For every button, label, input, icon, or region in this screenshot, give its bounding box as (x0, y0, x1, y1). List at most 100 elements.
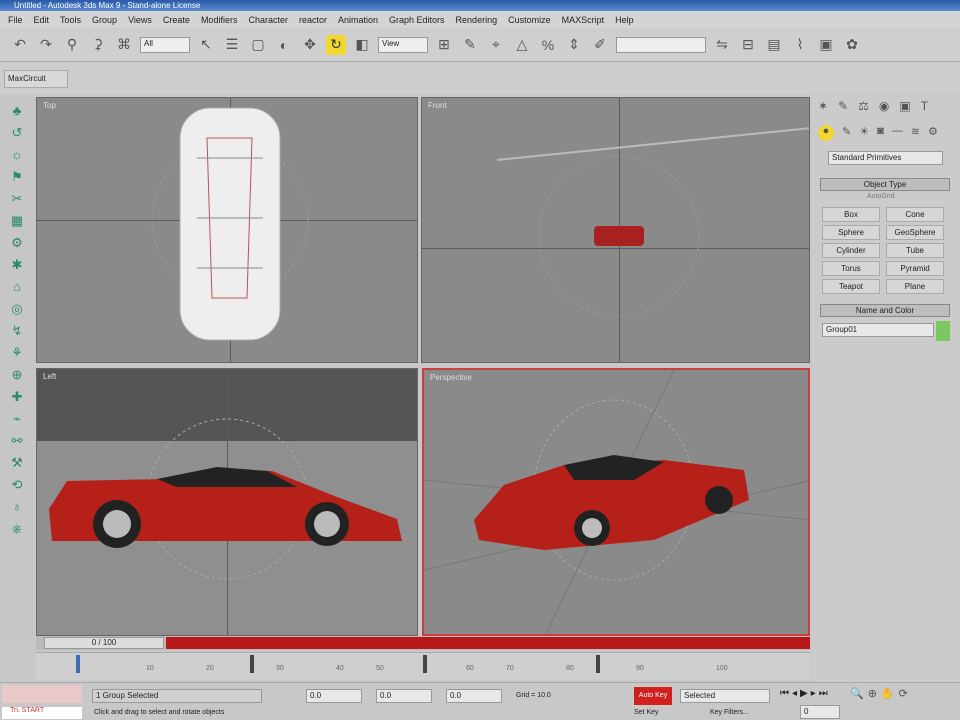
material-editor-icon[interactable]: ▣ (816, 35, 836, 55)
angle-snap-icon[interactable]: △ (512, 35, 532, 55)
snap-icon[interactable]: ⌖ (486, 35, 506, 55)
tool-icon[interactable]: ▦ (9, 213, 25, 229)
pan-icon[interactable]: ✋ (881, 687, 895, 700)
pivot-icon[interactable]: ⊞ (434, 35, 454, 55)
name-color-rollout[interactable]: Name and Color (820, 304, 950, 317)
render-icon[interactable]: ✿ (842, 35, 862, 55)
geometry-icon[interactable]: ● (818, 125, 834, 141)
cameras-icon[interactable]: ◙ (877, 125, 884, 141)
align-icon[interactable]: ⊟ (738, 35, 758, 55)
utilities-tab-icon[interactable]: T (921, 99, 928, 113)
tool-icon[interactable]: ⌂ (9, 279, 25, 295)
tool-icon[interactable]: ⚯ (9, 433, 25, 449)
menu-create[interactable]: Create (163, 15, 190, 25)
object-name-input[interactable]: Group01 (822, 323, 934, 337)
menu-reactor[interactable]: reactor (299, 15, 327, 25)
motion-tab-icon[interactable]: ◉ (879, 99, 889, 113)
tool-icon[interactable]: ☼ (9, 147, 25, 163)
keyframe-marker[interactable] (596, 655, 600, 673)
time-slider-handle[interactable]: 0 / 100 (44, 637, 164, 649)
menu-customize[interactable]: Customize (508, 15, 551, 25)
menu-animation[interactable]: Animation (338, 15, 378, 25)
tool-icon[interactable]: ⚑ (9, 169, 25, 185)
spinner-snap-icon[interactable]: ⇕ (564, 35, 584, 55)
unlink-icon[interactable]: ⚳ (88, 35, 108, 55)
zoom-icon[interactable]: 🔍 (850, 687, 864, 700)
lights-icon[interactable]: ☀ (859, 125, 869, 141)
tool-icon[interactable]: ✂ (9, 191, 25, 207)
z-coordinate-input[interactable]: 0.0 (446, 689, 502, 703)
helpers-icon[interactable]: — (892, 125, 903, 141)
sphere-button[interactable]: Sphere (822, 225, 880, 240)
object-type-rollout[interactable]: Object Type (820, 178, 950, 191)
shapes-icon[interactable]: ✎ (842, 125, 851, 141)
menu-file[interactable]: File (8, 15, 23, 25)
go-to-start-icon[interactable]: ⏮ (780, 688, 789, 699)
tool-icon[interactable]: ⊕ (9, 367, 25, 383)
torus-button[interactable]: Torus (822, 261, 880, 276)
pyramid-button[interactable]: Pyramid (886, 261, 944, 276)
curve-editor-icon[interactable]: ⌇ (790, 35, 810, 55)
y-coordinate-input[interactable]: 0.0 (376, 689, 432, 703)
viewport-left[interactable]: Left (36, 368, 418, 636)
tool-icon[interactable]: ♣ (9, 103, 25, 119)
rotate-icon[interactable]: ↻ (326, 34, 346, 55)
tool-icon[interactable]: ♁ (9, 499, 25, 515)
keyframe-marker[interactable] (423, 655, 427, 673)
viewport-perspective[interactable]: Perspective (422, 368, 810, 636)
menu-views[interactable]: Views (128, 15, 152, 25)
menu-graph-editors[interactable]: Graph Editors (389, 15, 445, 25)
redo-icon[interactable]: ↷ (36, 35, 56, 55)
layer-icon[interactable]: ▤ (764, 35, 784, 55)
space-warps-icon[interactable]: ≋ (911, 125, 920, 141)
menu-rendering[interactable]: Rendering (456, 15, 498, 25)
maxscript-mini-listener[interactable]: Tri. START (2, 707, 82, 719)
current-frame-input[interactable]: 0 (800, 705, 840, 719)
color-swatch[interactable] (936, 321, 950, 341)
named-selection-dropdown[interactable] (616, 36, 706, 53)
window-crossing-icon[interactable]: ◐ (274, 35, 294, 55)
tool-icon[interactable]: ✚ (9, 389, 25, 405)
go-to-end-icon[interactable]: ⏭ (819, 688, 828, 699)
tool-icon[interactable]: ↯ (9, 323, 25, 339)
zoom-all-icon[interactable]: ⊕ (868, 687, 877, 700)
ref-coord-dropdown[interactable]: View (378, 36, 428, 53)
x-coordinate-input[interactable]: 0.0 (306, 689, 362, 703)
viewport-front[interactable]: Front (421, 97, 810, 363)
autogrid-checkbox[interactable]: AutoGrid (867, 193, 895, 200)
link-icon[interactable]: ⚲ (62, 35, 82, 55)
auto-key-button[interactable]: Auto Key (634, 687, 672, 705)
tool-icon[interactable]: ⌁ (9, 411, 25, 427)
cone-button[interactable]: Cone (886, 207, 944, 222)
undo-icon[interactable]: ↶ (10, 35, 30, 55)
tool-icon[interactable]: ⟲ (9, 477, 25, 493)
tool-icon[interactable]: ◎ (9, 301, 25, 317)
menu-maxscript[interactable]: MAXScript (562, 15, 605, 25)
key-filters-button[interactable]: Key Filters... (710, 709, 749, 716)
mirror-icon[interactable]: ⇋ (712, 35, 732, 55)
percent-snap-icon[interactable]: % (538, 35, 558, 55)
scale-icon[interactable]: ◧ (352, 35, 372, 55)
select-icon[interactable]: ↖ (196, 35, 216, 55)
menu-group[interactable]: Group (92, 15, 117, 25)
viewport-top[interactable]: Top (36, 97, 418, 363)
move-icon[interactable]: ✥ (300, 35, 320, 55)
hierarchy-tab-icon[interactable]: ⚖ (858, 99, 869, 113)
orbit-icon[interactable]: ⟳ (899, 687, 908, 700)
set-key-button[interactable]: Set Key (634, 709, 659, 716)
plane-button[interactable]: Plane (886, 279, 944, 294)
track-bar[interactable]: 0 10 20 30 40 50 60 70 80 90 100 (36, 652, 810, 680)
tube-button[interactable]: Tube (886, 243, 944, 258)
prev-frame-icon[interactable]: ◂ (792, 688, 797, 699)
tool-icon[interactable]: ⎈ (9, 521, 25, 537)
cylinder-button[interactable]: Cylinder (822, 243, 880, 258)
rect-selection-icon[interactable]: ▢ (248, 35, 268, 55)
edit-named-selection-icon[interactable]: ✐ (590, 35, 610, 55)
menu-character[interactable]: Character (248, 15, 288, 25)
display-tab-icon[interactable]: ▣ (899, 99, 910, 113)
tool-icon[interactable]: ✱ (9, 257, 25, 273)
keyframe-marker[interactable] (250, 655, 254, 673)
selection-filter-dropdown[interactable]: All (140, 36, 190, 53)
menu-tools[interactable]: Tools (60, 15, 81, 25)
teapot-button[interactable]: Teapot (822, 279, 880, 294)
